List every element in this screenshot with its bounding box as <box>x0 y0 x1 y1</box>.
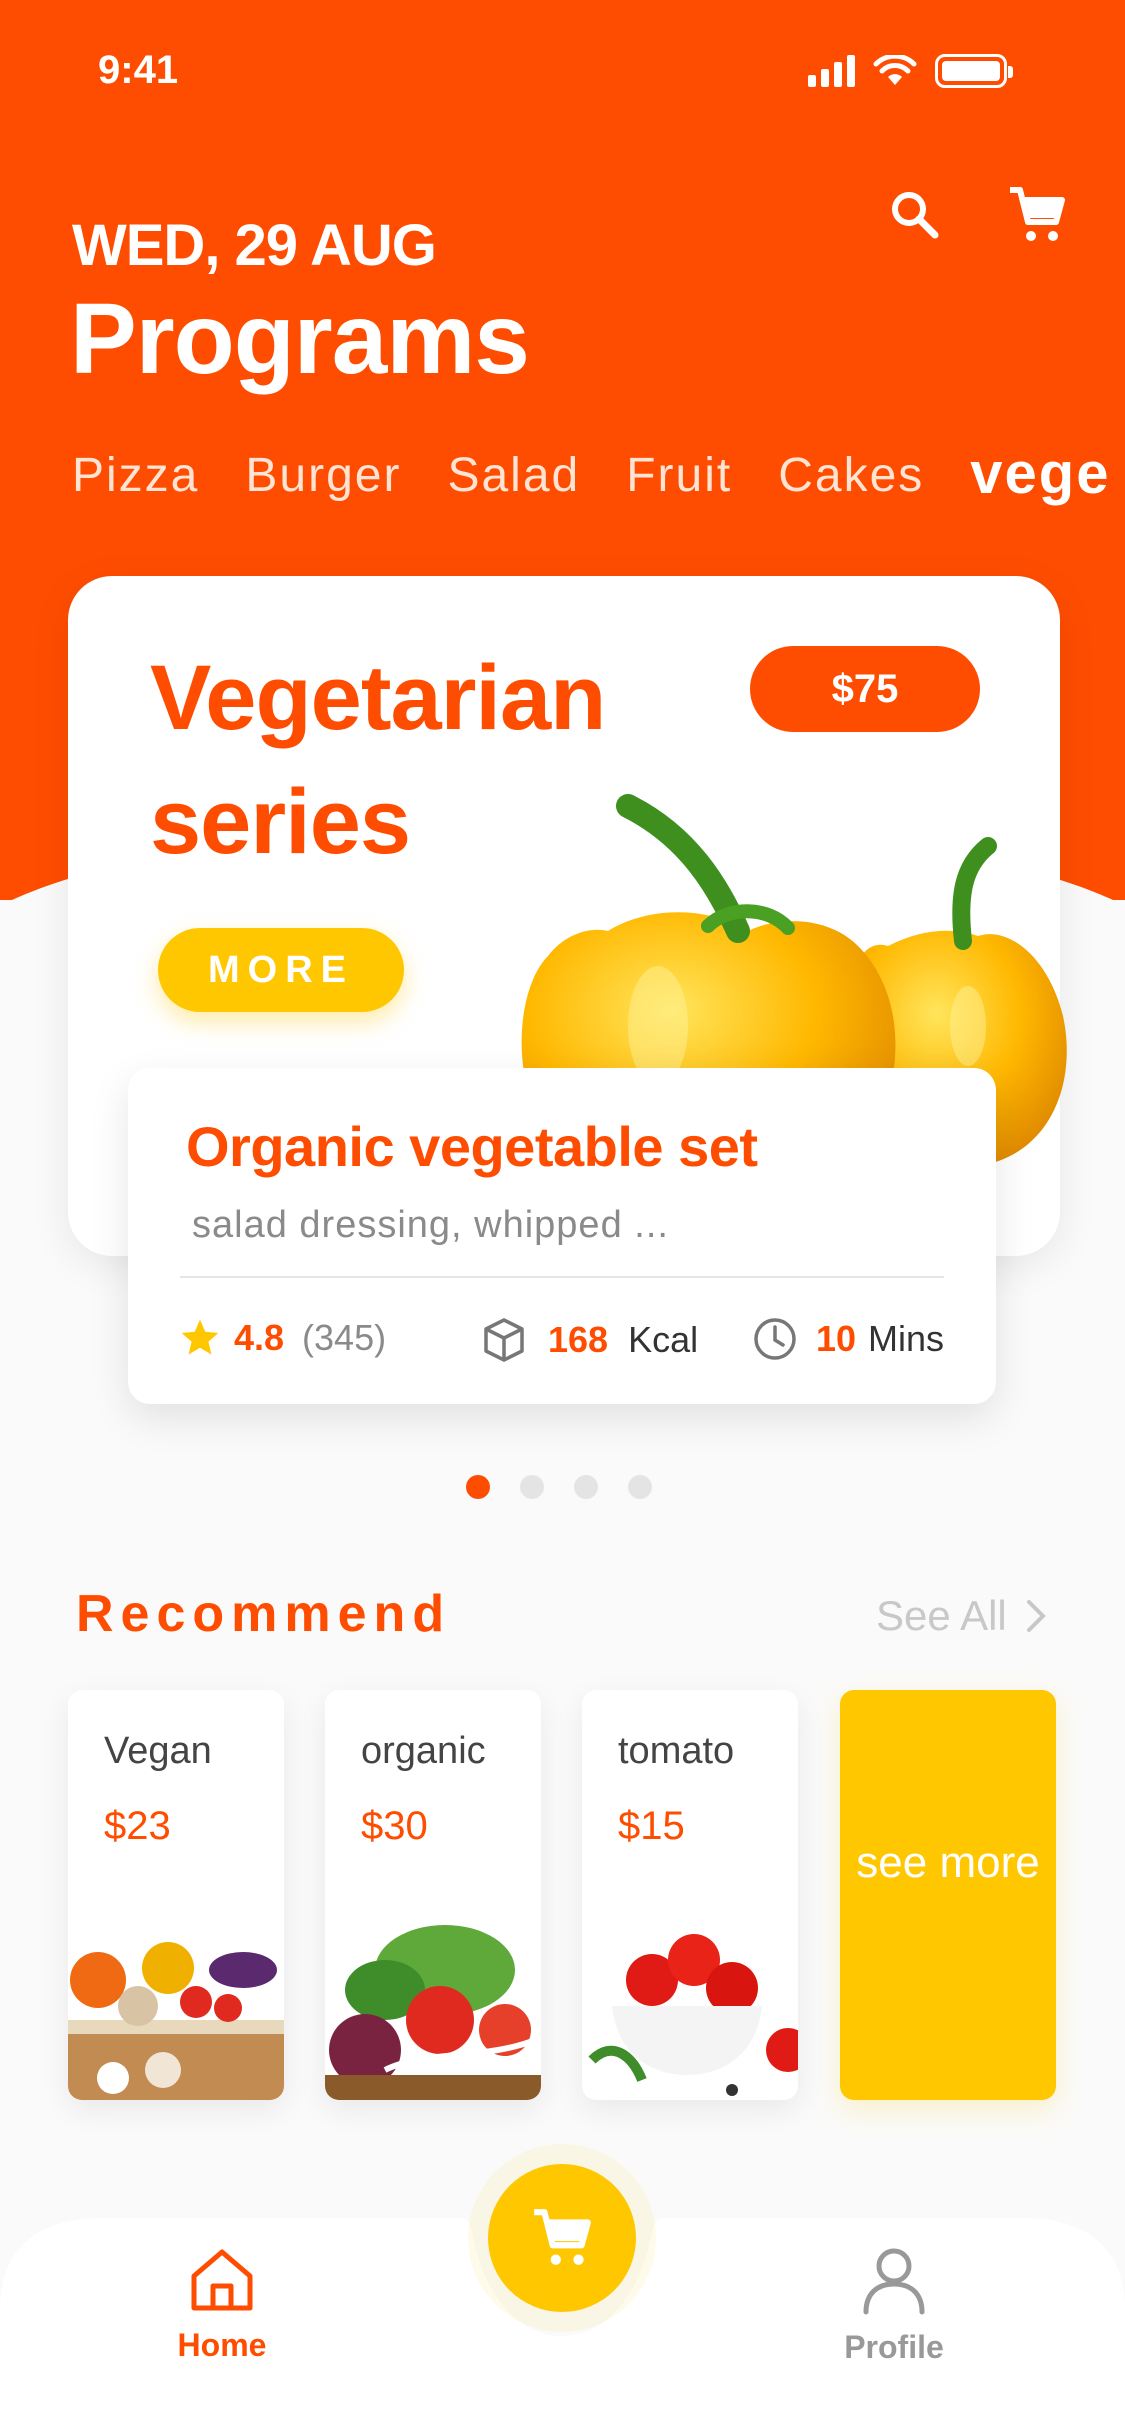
search-icon <box>892 192 939 239</box>
carousel-pager <box>466 1475 652 1499</box>
more-button[interactable]: MORE <box>158 928 404 1012</box>
see-all-label: See All <box>876 1592 1007 1639</box>
pager-dot[interactable] <box>466 1475 490 1499</box>
tab-salad[interactable]: Salad <box>447 448 580 507</box>
recommend-card-vegan[interactable]: Vegan $23 <box>68 1690 284 2100</box>
item-price: $15 <box>618 1804 685 1848</box>
calories: 168 Kcal <box>480 1316 698 1364</box>
product-title: Organic vegetable set <box>186 1115 758 1178</box>
nav-profile-label: Profile <box>844 2329 944 2365</box>
star-icon <box>181 1319 219 1355</box>
status-time: 9:41 <box>98 48 179 92</box>
cook-time: 10 Mins <box>752 1316 944 1362</box>
battery-icon <box>935 54 1013 88</box>
nav-profile[interactable]: Profile <box>784 2246 1004 2366</box>
search-button[interactable] <box>880 180 950 250</box>
nav-home-label: Home <box>177 2327 267 2363</box>
tab-cakes[interactable]: Cakes <box>778 448 924 507</box>
recommend-title: Recommend <box>76 1585 452 1643</box>
time-unit: Mins <box>868 1318 945 1359</box>
box-icon <box>484 1318 524 1362</box>
cart-icon <box>1010 187 1065 241</box>
item-price: $30 <box>361 1804 428 1848</box>
chevron-right-icon <box>1026 1600 1046 1632</box>
tab-fruit[interactable]: Fruit <box>626 448 732 507</box>
item-price: $23 <box>104 1804 171 1848</box>
tab-pizza[interactable]: Pizza <box>72 448 199 507</box>
product-info-card[interactable]: Organic vegetable set salad dressing, wh… <box>128 1068 996 1404</box>
price-badge: $75 <box>750 646 980 732</box>
nav-home[interactable]: Home <box>112 2246 332 2364</box>
page-title: Programs <box>70 283 530 395</box>
kcal-value: 168 <box>548 1319 609 1360</box>
item-name: Vegan <box>104 1730 212 1772</box>
item-name: organic <box>361 1730 486 1772</box>
cart-icon <box>534 2209 591 2265</box>
pager-dot[interactable] <box>574 1475 598 1499</box>
cart-button[interactable] <box>1002 180 1072 250</box>
tab-burger[interactable]: Burger <box>245 448 401 507</box>
status-bar: 9:41 <box>0 44 1125 104</box>
home-icon <box>191 2249 253 2311</box>
category-tabs: Pizza Burger Salad Fruit Cakes vege <box>72 441 1110 507</box>
see-more-card[interactable]: see more <box>840 1690 1056 2100</box>
pager-dot[interactable] <box>520 1475 544 1499</box>
clock-icon <box>754 1318 796 1360</box>
review-count: (345) <box>302 1317 387 1358</box>
tomato-bowl-image <box>588 1934 798 2096</box>
recommend-card-tomato[interactable]: tomato $15 <box>582 1690 798 2100</box>
time-value: 10 <box>816 1318 857 1359</box>
pager-dot[interactable] <box>628 1475 652 1499</box>
rating-value: 4.8 <box>234 1317 285 1358</box>
tab-vege[interactable]: vege <box>970 440 1110 507</box>
date-label: WED, 29 AUG <box>72 213 437 278</box>
signal-icon <box>808 55 855 87</box>
vegetable-basket-image <box>68 1942 284 2100</box>
organic-vegetables-image <box>325 1925 541 2100</box>
see-all-link[interactable]: See All <box>876 1592 1047 1640</box>
status-icons <box>808 54 1013 88</box>
divider <box>180 1276 944 1278</box>
wifi-icon <box>873 55 917 85</box>
kcal-unit: Kcal <box>628 1319 699 1360</box>
user-icon <box>863 2248 925 2315</box>
cart-fab-button[interactable] <box>488 2164 636 2312</box>
recommend-card-organic[interactable]: organic $30 <box>325 1690 541 2100</box>
product-description: salad dressing, whipped ... <box>192 1204 669 1246</box>
rating: 4.8 (345) <box>178 1316 386 1360</box>
see-more-label: see more <box>856 1838 1040 1887</box>
item-name: tomato <box>618 1730 735 1772</box>
